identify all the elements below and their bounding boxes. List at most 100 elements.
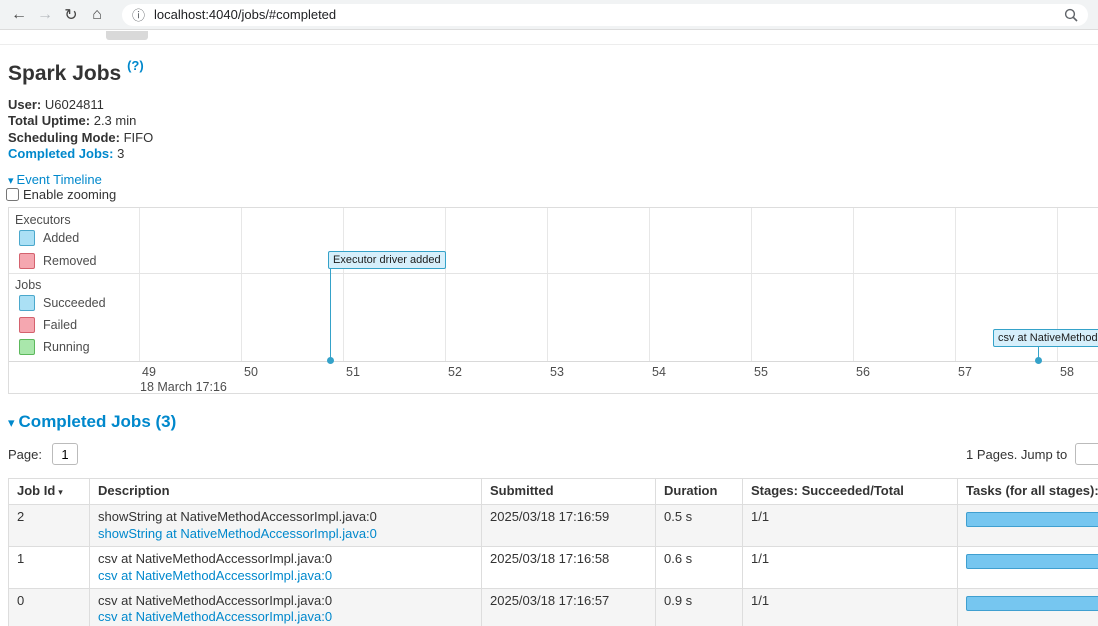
timeline-gridline: [343, 208, 344, 361]
timeline-axis-tick: 50: [244, 365, 258, 379]
enable-zooming-checkbox[interactable]: [6, 188, 19, 201]
job-id-cell: 0: [8, 588, 90, 626]
timeline-axis-tick: 55: [754, 365, 768, 379]
legend-succeeded-label: Succeeded: [43, 296, 106, 310]
table-header-row: Job Id ▾ Description Submitted Duration S…: [8, 477, 1098, 506]
app-summary: User: U6024811 Total Uptime: 2.3 min Sch…: [8, 97, 153, 163]
page-title: Spark Jobs (?): [8, 58, 144, 86]
description-cell: csv at NativeMethodAccessorImpl.java:0 c…: [89, 588, 482, 626]
description-text: showString at NativeMethodAccessorImpl.j…: [98, 509, 377, 525]
help-link[interactable]: (?): [127, 58, 144, 73]
forward-icon[interactable]: →: [32, 6, 58, 24]
header-duration[interactable]: Duration: [655, 477, 743, 506]
page-input[interactable]: [51, 443, 78, 465]
timeline-gridline: [649, 208, 650, 361]
timeline-axis-tick: 56: [856, 365, 870, 379]
info-user: User: U6024811: [8, 97, 153, 113]
info-uptime-label: Total Uptime:: [8, 113, 91, 129]
completed-jobs-link[interactable]: Completed Jobs:: [8, 146, 113, 161]
tasks-progress-bar: [966, 512, 1098, 528]
legend-added-label: Added: [43, 231, 80, 245]
timeline-axis-tick: 58: [1060, 365, 1074, 379]
header-submitted[interactable]: Submitted: [481, 477, 656, 506]
caret-down-icon: ▾: [8, 175, 14, 187]
timeline-axis-date: 18 March 17:16: [140, 380, 227, 394]
submitted-cell: 2025/03/18 17:16:59: [481, 504, 656, 548]
timeline-group-separator: [9, 273, 1098, 274]
event-timeline-panel[interactable]: Executors Added Removed Jobs Succeeded F…: [8, 207, 1098, 394]
timeline-axis-tick: 51: [346, 365, 360, 379]
description-link[interactable]: csv at NativeMethodAccessorImpl.java:0: [98, 568, 473, 584]
info-scheduling-value: FIFO: [123, 129, 154, 145]
job-id-cell: 2: [8, 504, 90, 548]
description-cell: showString at NativeMethodAccessorImpl.j…: [89, 504, 482, 548]
legend-added: Added: [19, 230, 79, 246]
info-completed-value: 3: [117, 146, 125, 162]
stages-cell: 1/1: [742, 546, 958, 590]
legend-succeeded: Succeeded: [19, 295, 106, 311]
timeline-item-executor-added: Executor driver added: [328, 251, 446, 269]
jump-input[interactable]: [1075, 443, 1098, 465]
tasks-progress-bar: [966, 596, 1098, 612]
timeline-item-dot: [327, 357, 334, 364]
description-cell: csv at NativeMethodAccessorImpl.java:0 c…: [89, 546, 482, 590]
description-link[interactable]: csv at NativeMethodAccessorImpl.java:0: [98, 609, 473, 625]
header-job-id[interactable]: Job Id ▾: [8, 477, 90, 506]
tasks-progress-bar: [966, 554, 1098, 570]
page-label: Page:: [8, 446, 42, 462]
jump-label: 1 Pages. Jump to: [966, 446, 1068, 462]
description-text: csv at NativeMethodAccessorImpl.java:0: [98, 551, 333, 567]
table-row: 2 showString at NativeMethodAccessorImpl…: [8, 504, 1098, 548]
tasks-cell: [957, 504, 1098, 548]
enable-zooming-row: Enable zooming: [6, 187, 116, 202]
page-jump: 1 Pages. Jump to: [966, 443, 1098, 465]
timeline-gridline: [241, 208, 242, 361]
job-id-cell: 1: [8, 546, 90, 590]
legend-removed-label: Removed: [43, 254, 97, 268]
completed-jobs-header[interactable]: ▾ Completed Jobs (3): [8, 412, 176, 432]
description-link[interactable]: showString at NativeMethodAccessorImpl.j…: [98, 526, 473, 542]
info-scheduling-label: Scheduling Mode:: [8, 129, 120, 145]
description-text: csv at NativeMethodAccessorImpl.java:0: [98, 593, 333, 609]
completed-jobs-title: Completed Jobs (3): [18, 412, 177, 431]
stages-cell: 1/1: [742, 588, 958, 626]
tasks-cell: [957, 588, 1098, 626]
site-info-icon[interactable]: ⓘ: [132, 5, 145, 24]
partial-element: [106, 31, 148, 40]
timeline-gridline: [445, 208, 446, 361]
timeline-group-executors-label: Executors: [15, 213, 71, 227]
refresh-icon[interactable]: ↻: [58, 5, 84, 25]
timeline-item-dot: [1035, 357, 1042, 364]
header-stages[interactable]: Stages: Succeeded/Total: [742, 477, 958, 506]
timeline-axis-tick: 53: [550, 365, 564, 379]
timeline-item-csv-job: csv at NativeMethod.: [993, 329, 1098, 347]
header-tasks[interactable]: Tasks (for all stages): Succeeded/Total: [957, 477, 1098, 506]
enable-zooming-label: Enable zooming: [23, 187, 117, 202]
address-bar[interactable]: ⓘ localhost:4040/jobs/#completed: [122, 3, 1088, 26]
legend-failed-label: Failed: [43, 318, 78, 332]
back-icon[interactable]: ←: [6, 6, 32, 24]
submitted-cell: 2025/03/18 17:16:58: [481, 546, 656, 590]
info-user-value: U6024811: [44, 97, 104, 112]
duration-cell: 0.6 s: [655, 546, 743, 590]
timeline-gridline: [751, 208, 752, 361]
timeline-gridline: [955, 208, 956, 361]
browser-window: ← → ↻ ⌂ ⓘ localhost:4040/jobs/#completed…: [0, 0, 1098, 626]
duration-cell: 0.5 s: [655, 504, 743, 548]
legend-failed-swatch: [19, 317, 35, 333]
timeline-axis-tick: 54: [652, 365, 666, 379]
event-timeline-toggle[interactable]: ▾ Event Timeline: [8, 172, 102, 187]
info-uptime: Total Uptime: 2.3 min: [8, 113, 153, 129]
table-row: 1 csv at NativeMethodAccessorImpl.java:0…: [8, 546, 1098, 590]
tasks-cell: [957, 546, 1098, 590]
header-job-id-label: Job Id: [17, 483, 56, 498]
event-timeline-label: Event Timeline: [16, 172, 102, 187]
timeline-group-jobs-label: Jobs: [15, 278, 42, 292]
legend-removed: Removed: [19, 253, 97, 269]
legend-added-swatch: [19, 230, 35, 246]
completed-jobs-table: Job Id ▾ Description Submitted Duration S…: [8, 477, 1098, 626]
browser-zoom-icon[interactable]: [1064, 8, 1078, 22]
timeline-axis-line: [9, 361, 1098, 362]
home-icon[interactable]: ⌂: [84, 6, 110, 24]
header-description[interactable]: Description: [89, 477, 482, 506]
